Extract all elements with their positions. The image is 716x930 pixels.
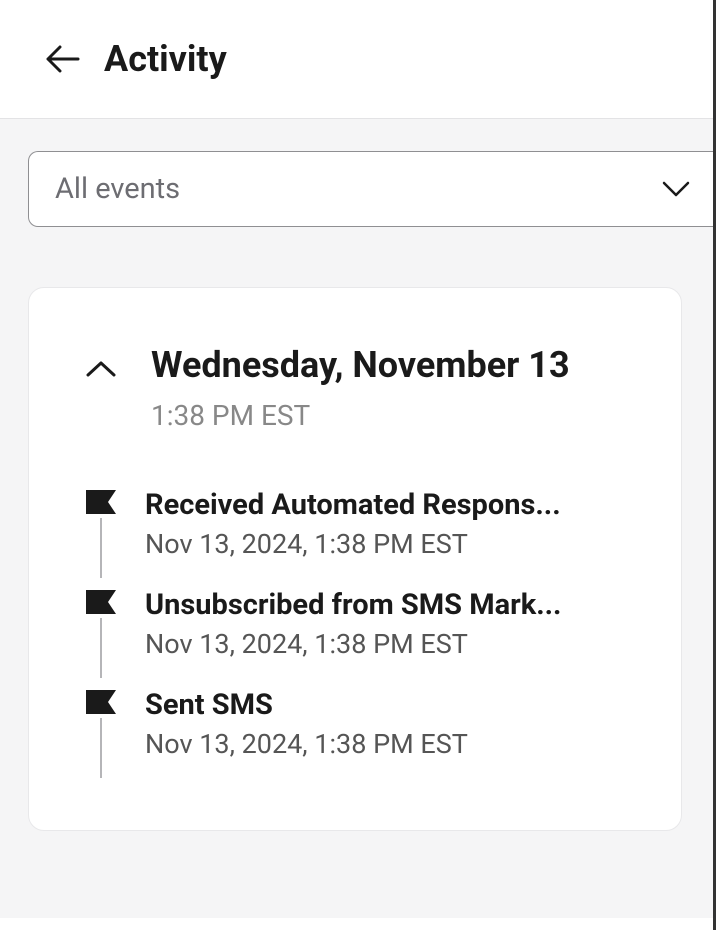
page-title: Activity: [104, 38, 227, 80]
event-filter-dropdown[interactable]: All events: [28, 151, 716, 227]
event-item[interactable]: Sent SMS Nov 13, 2024, 1:38 PM EST: [85, 688, 633, 778]
event-content: Unsubscribed from SMS Mark... Nov 13, 20…: [145, 588, 633, 688]
event-icon-column: [85, 488, 117, 578]
event-title: Received Automated Respons...: [145, 488, 633, 522]
chevron-down-icon: [662, 181, 690, 197]
connector-line: [100, 518, 102, 578]
date-header: Wednesday, November 13 1:38 PM EST: [85, 342, 633, 432]
event-icon-column: [85, 588, 117, 678]
date-time: 1:38 PM EST: [151, 399, 633, 432]
date-info: Wednesday, November 13 1:38 PM EST: [151, 342, 633, 432]
event-timestamp: Nov 13, 2024, 1:38 PM EST: [145, 728, 633, 760]
back-arrow-icon[interactable]: [46, 45, 80, 73]
connector-line: [100, 718, 102, 778]
filter-selected-text: All events: [55, 172, 180, 206]
event-content: Received Automated Respons... Nov 13, 20…: [145, 488, 633, 588]
event-title: Unsubscribed from SMS Mark...: [145, 588, 633, 622]
activity-card: Wednesday, November 13 1:38 PM EST Recei…: [28, 287, 682, 831]
event-item[interactable]: Unsubscribed from SMS Mark... Nov 13, 20…: [85, 588, 633, 688]
date-title: Wednesday, November 13: [151, 342, 633, 389]
event-icon-column: [85, 688, 117, 778]
header: Activity: [0, 0, 716, 118]
event-timestamp: Nov 13, 2024, 1:38 PM EST: [145, 628, 633, 660]
event-item[interactable]: Received Automated Respons... Nov 13, 20…: [85, 488, 633, 588]
connector-line: [100, 618, 102, 678]
flag-icon: [86, 490, 116, 514]
event-timestamp: Nov 13, 2024, 1:38 PM EST: [145, 528, 633, 560]
flag-icon: [86, 690, 116, 714]
event-list: Received Automated Respons... Nov 13, 20…: [85, 488, 633, 778]
event-title: Sent SMS: [145, 688, 633, 722]
collapse-toggle[interactable]: [85, 342, 117, 378]
content-area: All events Wednesday, November 13 1:38 P…: [0, 118, 716, 918]
event-content: Sent SMS Nov 13, 2024, 1:38 PM EST: [145, 688, 633, 760]
flag-icon: [86, 590, 116, 614]
